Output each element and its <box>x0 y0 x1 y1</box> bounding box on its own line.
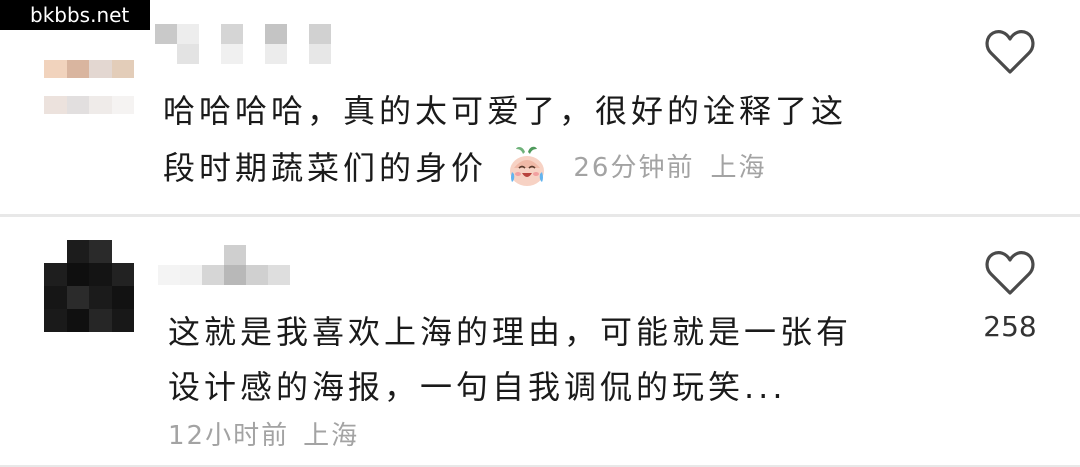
comment-item: 这就是我喜欢上海的理由，可能就是一张有 设计感的海报，一句自我调侃的玩笑... … <box>0 0 1080 451</box>
comment-time: 12小时前 <box>168 421 290 451</box>
comment-location: 上海 <box>303 421 360 451</box>
username[interactable] <box>158 245 290 285</box>
comment-text-line: 这就是我喜欢上海的理由，可能就是一张有 <box>168 313 853 351</box>
like-count: 258 <box>983 310 1037 343</box>
comment-meta: 12小时前 上海 <box>168 416 359 456</box>
avatar[interactable] <box>44 240 134 332</box>
heart-outline-icon[interactable] <box>983 248 1037 298</box>
comment-list: bkbbs.net 哈哈哈哈，真的太可爱了，很好的诠释了这 段时期蔬菜们的身价 … <box>0 0 1080 467</box>
comment-text-line: 设计感的海报，一句自我调侃的玩笑... <box>168 368 787 406</box>
